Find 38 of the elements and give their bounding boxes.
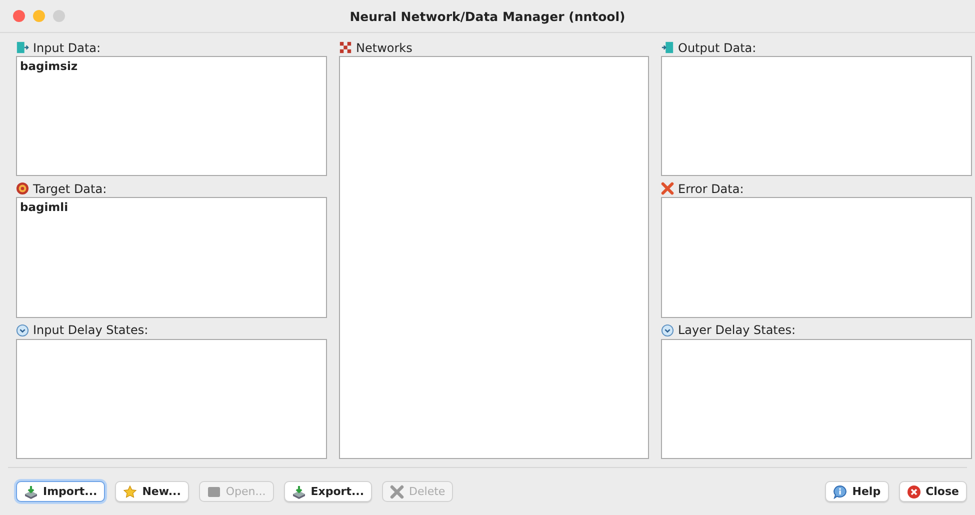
window-title: Neural Network/Data Manager (nntool)	[350, 8, 626, 24]
data-list[interactable]	[661, 56, 972, 176]
list-item[interactable]: bagimsiz	[20, 59, 78, 73]
data-list[interactable]: bagimli	[16, 197, 327, 318]
target-icon	[16, 182, 29, 196]
close-window-button[interactable]	[13, 10, 25, 22]
panel-label: Output Data:	[678, 40, 756, 54]
export-button[interactable]: Export...	[284, 481, 372, 502]
chevron-down-icon	[661, 324, 674, 337]
disk-arrow-icon	[292, 484, 306, 498]
panel-label: Error Data:	[678, 182, 744, 196]
panel-label: Target Data:	[33, 182, 107, 196]
panel-label: Input Data:	[33, 40, 101, 54]
info-bubble-icon	[833, 484, 848, 498]
star-icon	[123, 484, 138, 498]
disk-arrow-icon	[24, 484, 38, 498]
panel-label: Layer Delay States:	[678, 323, 796, 338]
chevron-down-icon	[16, 324, 29, 337]
close-icon	[906, 484, 921, 498]
data-list[interactable]: bagimsiz	[16, 56, 327, 176]
square-icon	[206, 484, 221, 498]
cross-icon	[390, 484, 404, 498]
network-icon	[339, 41, 352, 54]
panel-label: Networks	[356, 40, 412, 54]
close-button[interactable]: Close	[898, 481, 967, 502]
zoom-window-button[interactable]	[53, 10, 65, 22]
cross-icon	[661, 182, 674, 196]
minimize-window-button[interactable]	[33, 10, 45, 22]
data-list[interactable]	[661, 338, 972, 459]
new-button[interactable]: New...	[115, 481, 189, 502]
data-list[interactable]	[16, 338, 327, 459]
data-output-icon	[661, 41, 674, 54]
list-item[interactable]: bagimli	[20, 200, 68, 214]
data-input-icon	[16, 41, 29, 54]
data-list[interactable]	[661, 197, 972, 318]
help-button[interactable]: Help	[825, 481, 889, 502]
panel-label: Input Delay States:	[33, 323, 148, 338]
import-button[interactable]: Import...	[16, 481, 106, 502]
